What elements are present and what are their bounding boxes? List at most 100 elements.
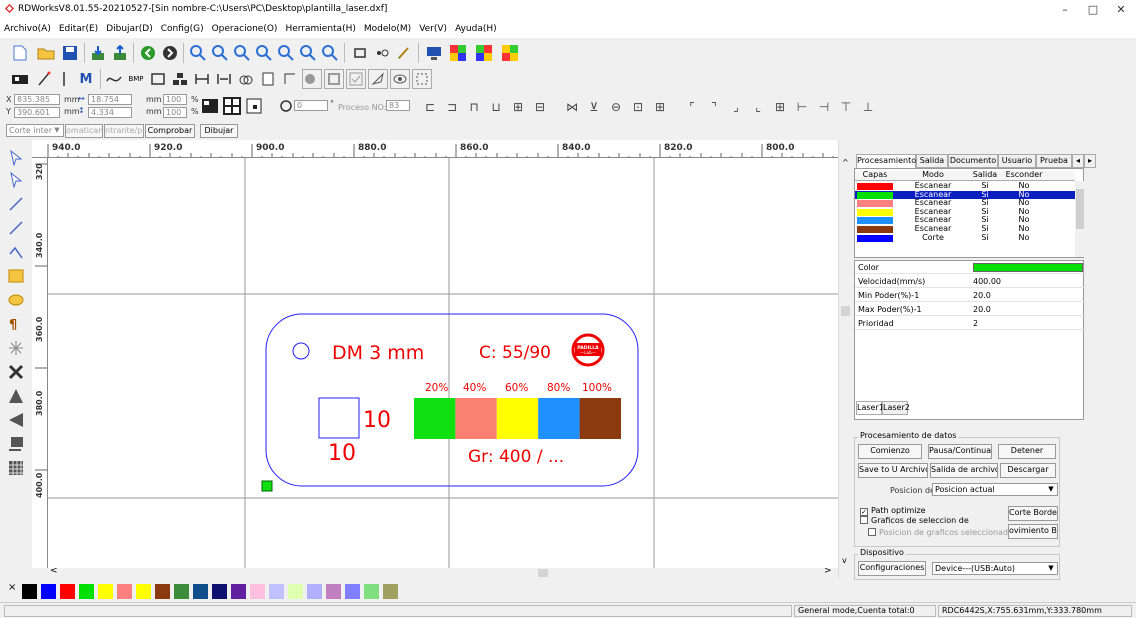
palette-swatch[interactable] [174, 584, 189, 599]
layer-row[interactable]: Escanear Si No [855, 216, 1075, 225]
design-canvas[interactable]: DM 3 mm C: 55/90 PADILLA —Lab— 20% 40% 6… [48, 158, 838, 568]
prop-row[interactable]: Prioridad 2 [855, 317, 1085, 330]
palette-swatch[interactable] [155, 584, 170, 599]
palette-swatch[interactable] [41, 584, 56, 599]
array-tool-icon[interactable] [6, 434, 26, 454]
scale-w-field[interactable]: 100 [163, 94, 187, 105]
tab-scroll-right-icon[interactable]: ▸ [1084, 154, 1096, 168]
tab-prueba[interactable]: Prueba [1036, 154, 1072, 168]
palette-swatch[interactable] [288, 584, 303, 599]
path-optimize-checkbox[interactable]: ✓ Path optimize [860, 506, 926, 516]
layer-scrollbar[interactable] [1075, 181, 1085, 257]
scroll-right-icon[interactable]: > [824, 566, 832, 576]
vertical-scroll-thumb[interactable] [841, 306, 850, 316]
redo-icon[interactable] [160, 43, 180, 63]
move-bottom-icon[interactable]: ⊥ [858, 97, 878, 117]
x-position-field[interactable]: 835.385 [14, 94, 60, 105]
new-file-icon[interactable] [10, 43, 30, 63]
m-icon[interactable]: M [76, 69, 96, 89]
pan-icon[interactable] [320, 43, 340, 63]
distribute-h-icon[interactable] [192, 69, 212, 89]
menu-herramienta[interactable]: Herramienta(H) [281, 20, 359, 34]
eye-icon[interactable] [390, 69, 410, 89]
zoom-in-icon[interactable] [188, 43, 208, 63]
palette-close-icon[interactable]: × [8, 582, 16, 593]
palette-swatch[interactable] [22, 584, 37, 599]
bmp-icon[interactable]: BMP [126, 69, 146, 89]
align-left-icon[interactable]: ⊏ [420, 97, 440, 117]
zoom-page-icon[interactable] [254, 43, 274, 63]
menu-ayuda[interactable]: Ayuda(H) [451, 20, 501, 34]
laser-layer-1-icon[interactable] [448, 43, 468, 63]
palette-swatch[interactable] [79, 584, 94, 599]
prop-row[interactable]: Velocidad(mm/s) 400.00 [855, 275, 1085, 288]
zoom-data-icon[interactable] [298, 43, 318, 63]
layer-scroll-thumb[interactable] [1076, 189, 1084, 229]
align-center-h-icon[interactable]: ⊟ [530, 97, 550, 117]
y-position-field[interactable]: 390.601 [14, 107, 60, 118]
save-icon[interactable] [60, 43, 80, 63]
align-center-v-icon[interactable]: ⊞ [508, 97, 528, 117]
grid-array-icon[interactable] [222, 96, 242, 116]
vertical-scrollbar[interactable]: ^ v [838, 140, 852, 578]
scroll-down-icon[interactable]: v [842, 556, 847, 565]
export-icon[interactable] [110, 43, 130, 63]
delete-tool-icon[interactable] [6, 362, 26, 382]
palette-swatch[interactable] [98, 584, 113, 599]
space-h-icon[interactable]: ⊡ [628, 97, 648, 117]
ellipse-tool-icon[interactable] [6, 290, 26, 310]
layer-row[interactable]: Escanear Si No [855, 190, 1075, 200]
shadow-box-icon[interactable] [302, 69, 322, 89]
tab-salida[interactable]: Salida [916, 154, 948, 168]
scale-h-field[interactable]: 100 [163, 107, 187, 118]
layer-row[interactable]: Corte Si No [855, 233, 1075, 243]
menu-operaciones[interactable]: Operacione(O) [208, 20, 282, 34]
palette-swatch[interactable] [117, 584, 132, 599]
mirror-h-tool-icon[interactable] [6, 386, 26, 406]
zoom-out-icon[interactable] [210, 43, 230, 63]
move-tl-icon[interactable]: ⌜ [682, 97, 702, 117]
frame-icon[interactable] [350, 43, 370, 63]
align-top-icon[interactable]: ⊓ [464, 97, 484, 117]
same-width-icon[interactable]: ⋈ [562, 97, 582, 117]
laser-pointer-icon[interactable] [34, 69, 54, 89]
layer-row[interactable]: Escanear Si No [855, 199, 1075, 208]
open-folder-icon[interactable] [36, 43, 56, 63]
prop-row[interactable]: Min Poder(%)-1 20.0 [855, 289, 1085, 302]
pen-icon[interactable] [394, 43, 414, 63]
width-field[interactable]: 18.754 [88, 94, 132, 105]
comienzo-button[interactable]: Comienzo [858, 444, 922, 459]
mirror-icon[interactable] [412, 69, 432, 89]
move-br-icon[interactable]: ⌟ [726, 97, 746, 117]
cut-mode-select[interactable]: Corte inter ▼ [6, 124, 64, 137]
scroll-left-icon[interactable]: < [50, 566, 58, 576]
rotate-icon[interactable] [276, 96, 296, 116]
close-button[interactable]: ✕ [1114, 3, 1128, 17]
tab-scroll-left-icon[interactable]: ◂ [1072, 154, 1084, 168]
grid-tool-icon[interactable] [6, 458, 26, 478]
anchor-point-icon[interactable] [244, 96, 264, 116]
menu-modelo[interactable]: Modelo(M) [360, 20, 415, 34]
same-height-icon[interactable]: ⊻ [584, 97, 604, 117]
zoom-window-icon[interactable] [232, 43, 252, 63]
offset-icon[interactable] [324, 69, 344, 89]
menu-ver[interactable]: Ver(V) [415, 20, 451, 34]
proceso-field[interactable]: 83 [386, 100, 410, 111]
move-bl-icon[interactable]: ⌞ [748, 97, 768, 117]
palette-swatch[interactable] [364, 584, 379, 599]
lock-ratio-icon[interactable] [200, 96, 220, 116]
move-tr-icon[interactable]: ⌝ [704, 97, 724, 117]
polyline-tool-icon[interactable] [6, 218, 26, 238]
menu-editar[interactable]: Editar(E) [55, 20, 102, 34]
auto-button-a[interactable]: omaticame [65, 124, 103, 138]
camera-icon[interactable] [10, 69, 30, 89]
posicion-graficos-checkbox[interactable]: Posicion de graficos seleccionado [868, 528, 1008, 537]
point-tool-icon[interactable] [6, 338, 26, 358]
text-tool-icon[interactable]: ¶ [6, 314, 26, 334]
move-left-icon[interactable]: ⊢ [792, 97, 812, 117]
bracket-icon[interactable] [56, 69, 76, 89]
align-right-icon[interactable]: ⊐ [442, 97, 462, 117]
palette-swatch[interactable] [345, 584, 360, 599]
corner-icon[interactable] [280, 69, 300, 89]
device-select[interactable]: Device---(USB:Auto) ▼ [932, 562, 1058, 575]
